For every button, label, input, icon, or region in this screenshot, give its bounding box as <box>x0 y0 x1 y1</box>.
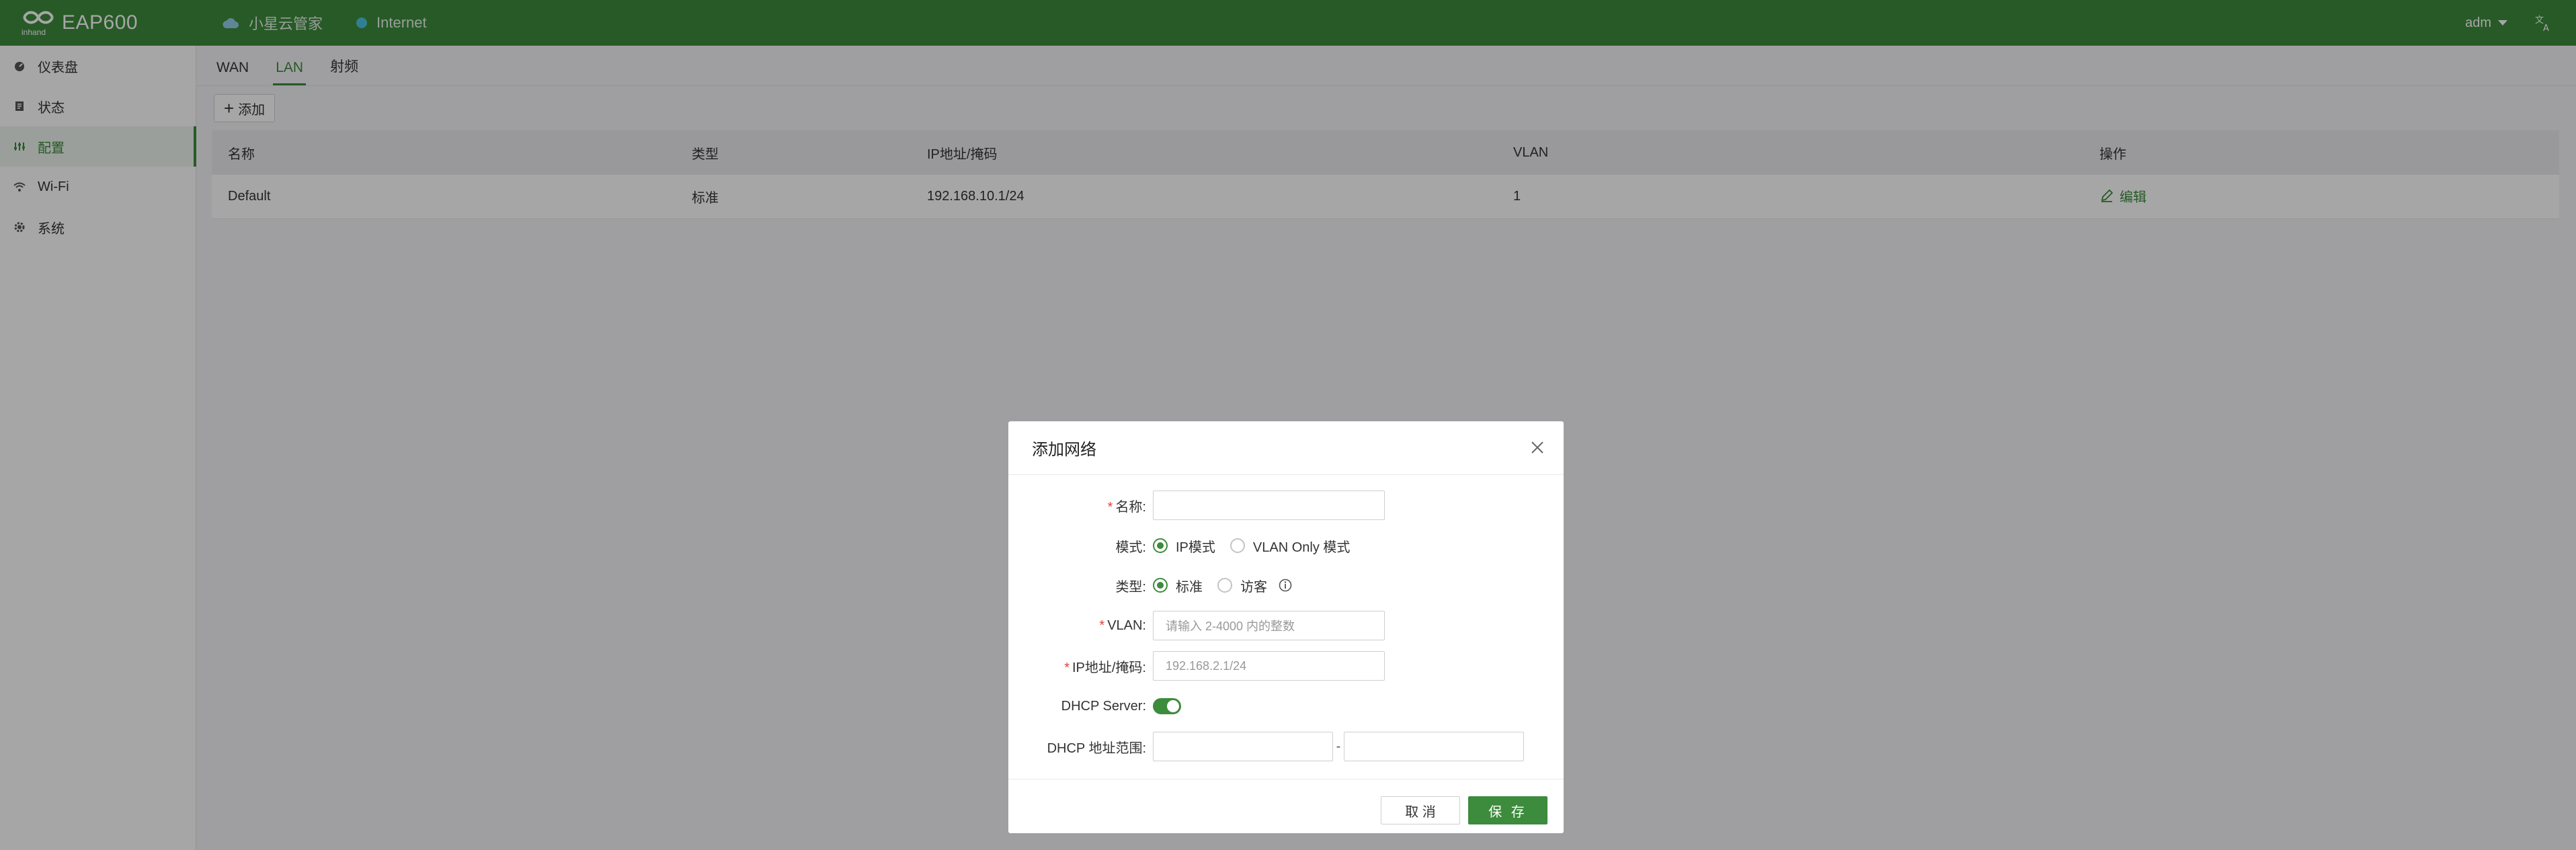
vlan-label: * VLAN: <box>1099 618 1146 633</box>
name-input[interactable] <box>1153 491 1385 520</box>
cancel-button[interactable]: 取 消 <box>1381 796 1460 824</box>
dialog-header: 添加网络 <box>1008 421 1564 475</box>
radio-standard-label: 标准 <box>1176 579 1203 595</box>
vlan-input[interactable]: 请输入 2-4000 内的整数 <box>1153 611 1385 640</box>
save-button[interactable]: 保 存 <box>1468 796 1547 824</box>
mode-label: 模式: <box>1115 540 1146 555</box>
ip-input[interactable]: 192.168.2.1/24 <box>1153 651 1385 681</box>
form-row-name: * 名称: <box>1008 491 1564 520</box>
dhcp-range-label: DHCP 地址范围: <box>1047 740 1146 756</box>
form-row-mode: 模式: IP模式 VLAN Only 模式 <box>1008 531 1564 560</box>
form-row-dhcp: DHCP Server: <box>1008 691 1564 721</box>
radio-vlan-only-label: VLAN Only 模式 <box>1252 540 1351 555</box>
radio-standard-circle <box>1153 578 1168 593</box>
range-separator: - <box>1336 738 1341 754</box>
ip-label: * IP地址/掩码: <box>1064 660 1146 675</box>
form-row-type: 类型: 标准 访客 <box>1008 570 1564 600</box>
radio-standard[interactable]: 标准 <box>1153 576 1203 595</box>
radio-ip-mode[interactable]: IP模式 <box>1153 536 1215 556</box>
add-network-dialog: 添加网络 * 名称: 模式: IP模式 VLAN Only 模式 类型: 标准 … <box>1008 421 1564 833</box>
dhcp-server-toggle[interactable] <box>1153 698 1181 714</box>
radio-ip-mode-circle <box>1153 538 1168 553</box>
dhcp-range-end-input[interactable] <box>1344 732 1524 761</box>
type-label: 类型: <box>1115 579 1146 595</box>
name-label: * 名称: <box>1107 499 1146 515</box>
info-icon[interactable] <box>1278 578 1293 593</box>
radio-vlan-only-circle <box>1230 538 1245 553</box>
dialog-title: 添加网络 <box>1032 441 1096 459</box>
form-row-ip: * IP地址/掩码: 192.168.2.1/24 <box>1008 651 1564 681</box>
radio-vlan-only-mode[interactable]: VLAN Only 模式 <box>1230 536 1350 556</box>
dhcp-range-start-input[interactable] <box>1153 732 1333 761</box>
radio-guest-label: 访客 <box>1240 579 1267 595</box>
form-row-vlan: * VLAN: 请输入 2-4000 内的整数 <box>1008 611 1564 640</box>
close-icon[interactable] <box>1530 440 1545 455</box>
radio-ip-mode-label: IP模式 <box>1176 540 1215 555</box>
dialog-footer: 取 消 保 存 <box>1008 779 1564 833</box>
dhcp-label: DHCP Server: <box>1061 698 1146 714</box>
form-row-dhcp-range: DHCP 地址范围: - <box>1008 732 1564 761</box>
radio-guest-circle <box>1217 578 1232 593</box>
radio-guest[interactable]: 访客 <box>1217 576 1267 595</box>
